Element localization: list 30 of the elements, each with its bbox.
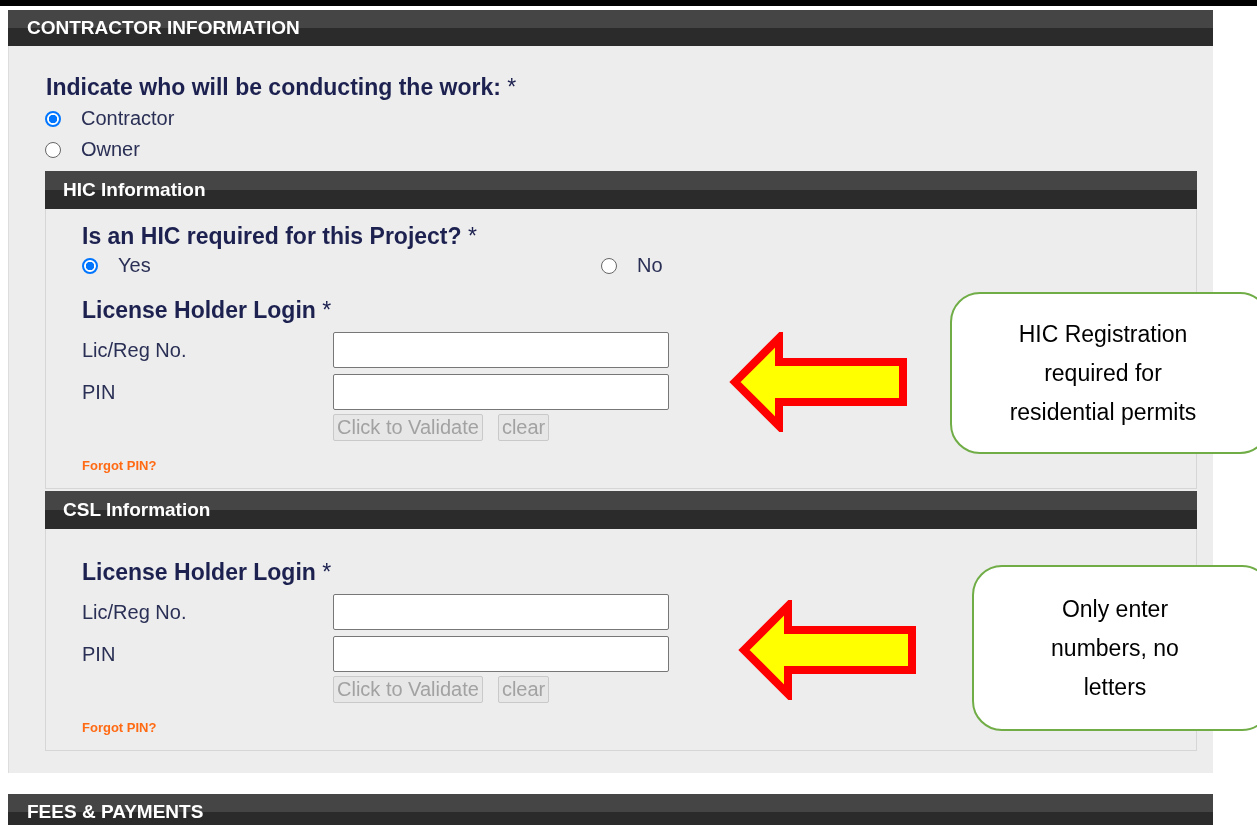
field-label: Lic/Reg No. xyxy=(82,338,188,362)
radio-option[interactable]: Owner xyxy=(45,134,1198,165)
radio-button[interactable] xyxy=(82,257,98,274)
radio-button[interactable] xyxy=(601,257,617,274)
field-label: Lic/Reg No. xyxy=(82,600,188,624)
forgot-pin-link[interactable]: Forgot PIN? xyxy=(82,458,157,473)
forgot-pin-link[interactable]: Forgot PIN? xyxy=(82,720,157,735)
radio-button[interactable] xyxy=(45,110,61,127)
section-title: FEES & PAYMENTS xyxy=(27,801,204,823)
input-field[interactable] xyxy=(333,594,669,630)
subsection-title: HIC Information xyxy=(63,179,206,201)
radio-option[interactable]: No xyxy=(601,250,1120,281)
section-title: CONTRACTOR INFORMATION xyxy=(27,17,300,39)
callout-text: Only enter numbers, no letters xyxy=(1051,594,1179,702)
field-label: PIN xyxy=(82,642,117,666)
input-field[interactable] xyxy=(333,374,669,410)
question-label: Indicate who will be conducting the work:* xyxy=(46,74,518,101)
radio-option[interactable]: Contractor xyxy=(45,103,1198,134)
radio-button[interactable] xyxy=(45,141,61,158)
field-label: PIN xyxy=(82,380,117,404)
arrow-icon xyxy=(738,600,918,700)
login-heading: License Holder Login* xyxy=(82,559,333,586)
callout-text: HIC Registration required for residential permits xyxy=(1009,319,1197,427)
input-field[interactable] xyxy=(333,636,669,672)
subsection-title: CSL Information xyxy=(63,499,211,521)
question-label: Is an HIC required for this Project?* xyxy=(82,223,478,250)
arrow-icon xyxy=(729,332,909,432)
radio-option[interactable]: Yes xyxy=(82,250,601,281)
input-field[interactable] xyxy=(333,332,669,368)
login-heading: License Holder Login* xyxy=(82,297,333,324)
